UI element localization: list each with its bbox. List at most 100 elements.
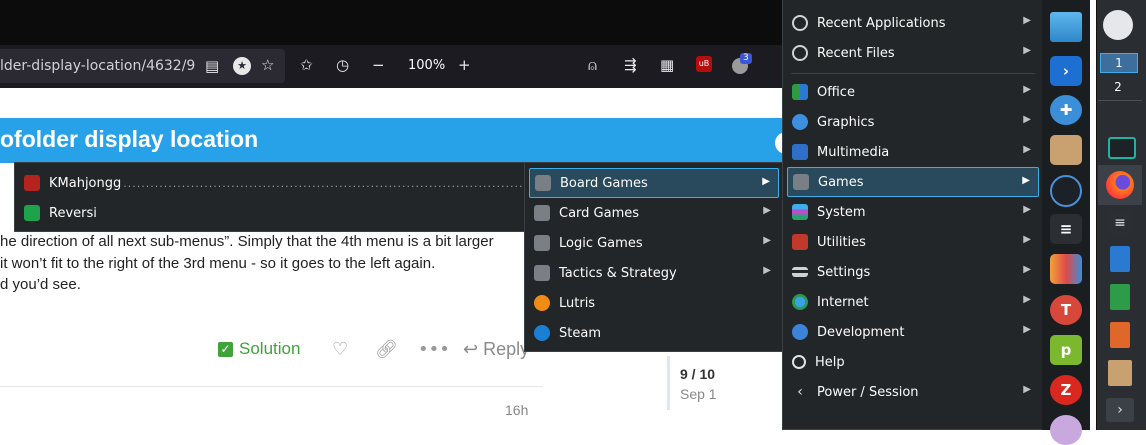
menu-item-power-session[interactable]: ‹ Power / Session ▶ (787, 377, 1039, 407)
chevron-right-icon: ▶ (1023, 294, 1031, 305)
menu-item-games[interactable]: Games ▶ (787, 167, 1039, 197)
chevron-right-icon: ▶ (762, 176, 770, 187)
application-launcher-icon[interactable] (1103, 10, 1133, 40)
panel-expand-chevron-icon[interactable]: › (1106, 398, 1134, 422)
task-presentation-icon[interactable] (1110, 322, 1130, 348)
chevron-right-icon: ▶ (763, 205, 771, 216)
extension-star-icon[interactable]: ★ (233, 57, 251, 75)
reply-label: Reply (483, 339, 530, 359)
menu-item-recent-files[interactable]: Recent Files ▶ (787, 38, 1039, 68)
chevron-right-icon: ▶ (1023, 144, 1031, 155)
menu-separator (791, 73, 1035, 74)
task-terminal-icon[interactable] (1108, 137, 1136, 159)
menu-item-office[interactable]: Office ▶ (787, 77, 1039, 107)
board-games-submenu: KMahjongg ..............................… (14, 162, 532, 232)
font-icon[interactable]: T (1050, 295, 1082, 325)
development-icon (792, 324, 808, 340)
globe-icon (792, 294, 808, 310)
chevron-right-icon: ▶ (1023, 45, 1031, 56)
gamepad-icon (534, 205, 550, 221)
reader-view-icon[interactable]: ▤ (205, 57, 219, 75)
timeline-count: 9 / 10 (680, 366, 716, 382)
pager-desktop-2[interactable]: 2 (1100, 78, 1136, 96)
like-heart-icon[interactable]: ♡ (332, 339, 348, 360)
chevron-right-icon: ▶ (1022, 175, 1030, 186)
timeline-scrollbar[interactable] (667, 356, 670, 410)
task-spreadsheet-icon[interactable] (1110, 284, 1130, 310)
history-clock-icon[interactable]: ◷ (336, 56, 349, 74)
games-submenu: Board Games ▶ Card Games ▶ Logic Games ▶… (524, 162, 784, 352)
task-package-icon[interactable] (1108, 360, 1132, 386)
menu-item-kmahjongg[interactable]: KMahjongg ..............................… (19, 168, 527, 198)
menu-item-graphics[interactable]: Graphics ▶ (787, 107, 1039, 137)
reply-button[interactable]: ↩ Reply (463, 339, 529, 360)
bottles-icon[interactable] (1050, 254, 1082, 284)
mahjongg-icon (24, 175, 40, 191)
task-document-icon[interactable] (1110, 246, 1130, 272)
topic-title[interactable]: ofolder display location (0, 126, 258, 153)
menu-item-internet[interactable]: Internet ▶ (787, 287, 1039, 317)
menu-item-help[interactable]: Help (787, 347, 1039, 377)
solution-label: Solution (239, 339, 301, 358)
ublock-shield-icon[interactable]: uB (696, 56, 712, 72)
solution-button[interactable]: ✓ Solution (218, 339, 300, 359)
partial-app-icon[interactable] (1050, 415, 1082, 445)
bookmark-star-icon[interactable]: ☆ (261, 56, 274, 74)
account-icon[interactable]: ⍝ (588, 56, 597, 74)
chevron-right-icon: ▶ (763, 235, 771, 246)
menu-item-board-games[interactable]: Board Games ▶ (529, 168, 779, 198)
bookmarks-icon[interactable]: ✩ (300, 56, 313, 74)
store-bag-icon[interactable]: › (1050, 56, 1082, 86)
menu-item-reversi[interactable]: Reversi (19, 198, 527, 228)
utilities-icon (792, 234, 808, 250)
task-settings-icon[interactable]: ≡ (1108, 212, 1132, 234)
post-text-line: he direction of all next sub-menus”. Sim… (0, 233, 494, 250)
zoom-out-icon[interactable]: − (372, 56, 385, 74)
checkbox-icon: ✓ (218, 342, 233, 357)
zoom-in-icon[interactable]: + (458, 56, 471, 74)
menu-item-steam[interactable]: Steam (529, 318, 779, 348)
link-icon[interactable]: 🔗︎ (375, 339, 398, 360)
chevron-right-icon: ▶ (1023, 204, 1031, 215)
menu-item-recent-applications[interactable]: Recent Applications ▶ (787, 8, 1039, 38)
menu-item-logic-games[interactable]: Logic Games ▶ (529, 228, 779, 258)
clipboard-icon[interactable]: ▦ (660, 56, 674, 74)
menu-item-utilities[interactable]: Utilities ▶ (787, 227, 1039, 257)
protonup-icon[interactable]: p (1050, 335, 1082, 365)
graphics-icon (792, 114, 808, 130)
game-controller-icon[interactable]: ✚ (1050, 95, 1082, 125)
chevron-right-icon: ▶ (1023, 264, 1031, 275)
menu-item-development[interactable]: Development ▶ (787, 317, 1039, 347)
sync-icon[interactable] (1050, 175, 1082, 207)
settings-icon (792, 267, 808, 277)
panel-separator (1098, 100, 1142, 101)
system-settings-icon[interactable]: ≡ (1050, 214, 1082, 244)
chevron-left-icon: ‹ (797, 384, 803, 400)
multimedia-icon (792, 144, 808, 160)
post-text-line: d you’d see. (0, 276, 81, 293)
chevron-right-icon: ▶ (1023, 114, 1031, 125)
menu-item-system[interactable]: System ▶ (787, 197, 1039, 227)
menu-item-settings[interactable]: Settings ▶ (787, 257, 1039, 287)
send-tab-icon[interactable]: ⇶ (624, 56, 637, 74)
post-age: 16h (505, 402, 529, 418)
folder-icon[interactable] (1050, 12, 1082, 42)
menu-item-multimedia[interactable]: Multimedia ▶ (787, 137, 1039, 167)
post-divider (0, 386, 543, 387)
package-box-icon[interactable] (1050, 135, 1082, 165)
zoom-level[interactable]: 100% (408, 58, 445, 73)
pager-desktop-1[interactable]: 1 (1100, 53, 1138, 73)
reversi-icon (24, 205, 40, 221)
extension-badge: 3 (740, 53, 752, 64)
gamepad-icon (534, 265, 550, 281)
chevron-right-icon: ▶ (763, 265, 771, 276)
more-dots-icon[interactable]: ••• (418, 339, 450, 360)
menu-item-tactics-strategy[interactable]: Tactics & Strategy ▶ (529, 258, 779, 288)
chevron-right-icon: ▶ (1023, 324, 1031, 335)
gamepad-icon (793, 174, 809, 190)
lutris-icon (534, 295, 550, 311)
filezilla-icon[interactable]: Z (1050, 375, 1082, 405)
menu-item-lutris[interactable]: Lutris (529, 288, 779, 318)
menu-item-card-games[interactable]: Card Games ▶ (529, 198, 779, 228)
firefox-icon[interactable] (1106, 171, 1134, 199)
